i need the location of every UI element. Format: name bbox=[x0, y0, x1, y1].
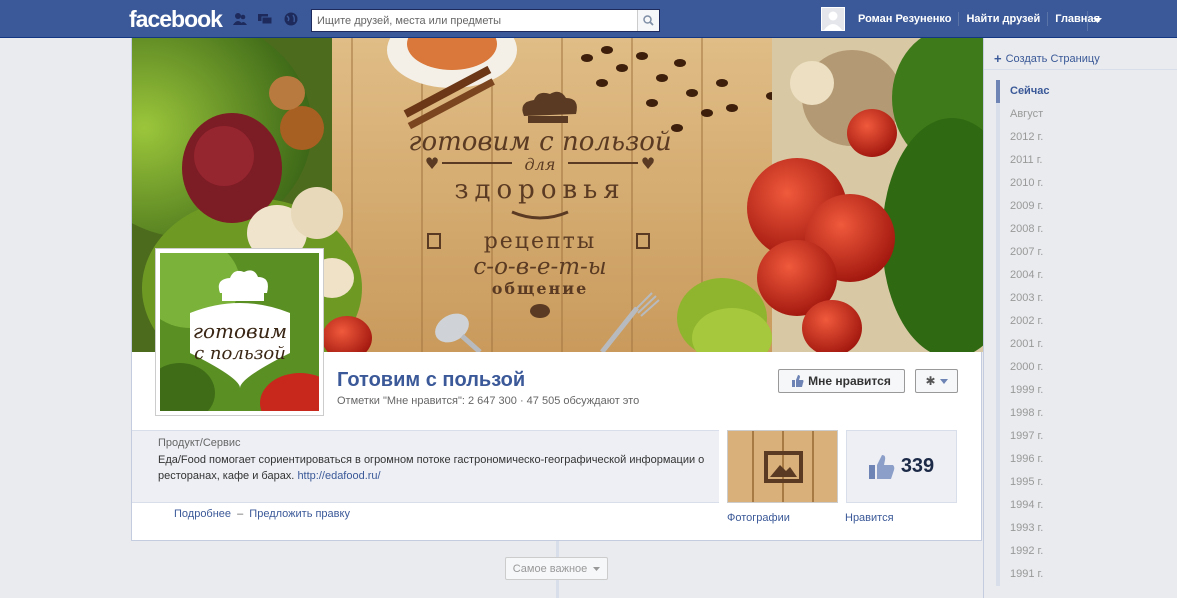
top-nav: Роман Резуненко Найти друзей Главная bbox=[821, 0, 1107, 38]
year-list: Сейчас Август 2012 г. 2011 г. 2010 г. 20… bbox=[996, 80, 1176, 586]
profile-logo-illustration: готовим с пользой bbox=[160, 253, 319, 411]
likes-tile[interactable]: 339 bbox=[846, 430, 957, 503]
thumbs-up-icon bbox=[792, 375, 804, 387]
suggest-edit-link[interactable]: Предложить правку bbox=[249, 508, 350, 520]
user-name-link[interactable]: Роман Резуненко bbox=[851, 12, 960, 26]
year-item[interactable]: 2002 г. bbox=[996, 310, 1176, 333]
year-item[interactable]: 2012 г. bbox=[996, 126, 1176, 149]
top-bar: facebook Роман Резуненко Найти друзей Гл… bbox=[0, 0, 1177, 38]
friend-requests-icon[interactable] bbox=[232, 12, 248, 26]
year-item[interactable]: 2008 г. bbox=[996, 218, 1176, 241]
highlights-label: Самое важное bbox=[512, 562, 588, 575]
cover-line-1: готовим с пользой bbox=[408, 127, 671, 157]
create-page-label: Создать Страницу bbox=[1005, 52, 1100, 65]
chevron-down-icon bbox=[939, 378, 948, 384]
page-category: Продукт/Сервис bbox=[158, 437, 241, 449]
find-friends-link[interactable]: Найти друзей bbox=[959, 12, 1049, 26]
thumbs-up-icon bbox=[868, 454, 895, 479]
year-item[interactable]: Август bbox=[996, 103, 1176, 126]
account-menu-button[interactable] bbox=[1087, 11, 1107, 31]
page-stats: Отметки "Мне нравится": 2 647 300 · 47 5… bbox=[337, 395, 640, 407]
messages-icon[interactable] bbox=[257, 12, 273, 26]
year-item[interactable]: 2004 г. bbox=[996, 264, 1176, 287]
page-settings-button[interactable]: ✱ bbox=[915, 369, 958, 393]
page-description: Еда/Food помогает сориентироваться в огр… bbox=[158, 452, 708, 484]
year-item[interactable]: Сейчас bbox=[996, 80, 1176, 103]
search-input[interactable] bbox=[312, 10, 632, 31]
page-website-link[interactable]: http://edafood.ru/ bbox=[297, 470, 380, 482]
facebook-logo[interactable]: facebook bbox=[129, 6, 223, 33]
year-item[interactable]: 2003 г. bbox=[996, 287, 1176, 310]
link-separator: – bbox=[237, 508, 244, 520]
year-item[interactable]: 1997 г. bbox=[996, 425, 1176, 448]
chevron-down-icon bbox=[593, 566, 601, 571]
cover-line-4: рецепты bbox=[484, 229, 597, 254]
highlights-dropdown[interactable]: Самое важное bbox=[505, 557, 608, 580]
year-item[interactable]: 1996 г. bbox=[996, 448, 1176, 471]
year-item[interactable]: 1995 г. bbox=[996, 471, 1176, 494]
year-item[interactable]: 2000 г. bbox=[996, 356, 1176, 379]
year-item[interactable]: 1998 г. bbox=[996, 402, 1176, 425]
more-link[interactable]: Подробнее bbox=[174, 508, 231, 520]
about-links: Подробнее – Предложить правку bbox=[174, 508, 350, 520]
timeline-nav: + Создать Страницу Сейчас Август 2012 г.… bbox=[983, 38, 1177, 598]
chevron-down-icon bbox=[1093, 18, 1102, 23]
profile-picture[interactable]: готовим с пользой bbox=[155, 248, 324, 416]
divider bbox=[984, 69, 1177, 70]
notifications-globe-icon[interactable] bbox=[283, 12, 299, 26]
search-button[interactable] bbox=[637, 10, 659, 31]
year-item[interactable]: 2007 г. bbox=[996, 241, 1176, 264]
photos-placeholder-image bbox=[728, 431, 837, 502]
like-button[interactable]: Мне нравится bbox=[778, 369, 905, 393]
year-item[interactable]: 1992 г. bbox=[996, 540, 1176, 563]
year-item[interactable]: 1999 г. bbox=[996, 379, 1176, 402]
year-item[interactable]: 1991 г. bbox=[996, 563, 1176, 586]
year-item[interactable]: 1994 г. bbox=[996, 494, 1176, 517]
year-item[interactable]: 2011 г. bbox=[996, 149, 1176, 172]
cover-line-3: здоровья bbox=[454, 175, 625, 205]
cover-heart-right-icon: ♥ bbox=[641, 154, 655, 173]
cover-heart-left-icon: ♥ bbox=[425, 154, 439, 173]
search-box bbox=[311, 9, 660, 32]
page-title[interactable]: Готовим с пользой bbox=[337, 369, 525, 392]
search-icon bbox=[643, 15, 654, 26]
page-description-text: Еда/Food помогает сориентироваться в огр… bbox=[158, 454, 705, 482]
plus-icon: + bbox=[994, 51, 1002, 66]
cover-line-6: общение bbox=[492, 279, 589, 298]
profile-picture-image: готовим с пользой bbox=[160, 253, 319, 411]
gear-icon: ✱ bbox=[925, 374, 936, 388]
likes-label[interactable]: Нравится bbox=[845, 512, 894, 524]
user-avatar[interactable] bbox=[821, 7, 846, 31]
photos-label[interactable]: Фотографии bbox=[727, 512, 790, 524]
profile-logo-line-1: готовим bbox=[193, 319, 287, 343]
year-item[interactable]: 1993 г. bbox=[996, 517, 1176, 540]
create-page-link[interactable]: + Создать Страницу bbox=[994, 51, 1100, 66]
photos-tile[interactable] bbox=[727, 430, 838, 503]
year-item[interactable]: 2010 г. bbox=[996, 172, 1176, 195]
about-box: Продукт/Сервис Еда/Food помогает сориент… bbox=[132, 430, 719, 503]
cover-line-5: с-о-в-е-т-ы bbox=[473, 254, 606, 280]
profile-logo-line-2: с пользой bbox=[194, 343, 286, 364]
year-item[interactable]: 2009 г. bbox=[996, 195, 1176, 218]
year-item[interactable]: 2001 г. bbox=[996, 333, 1176, 356]
likes-count: 339 bbox=[900, 455, 935, 477]
cover-line-2: для bbox=[525, 155, 556, 174]
page-card: готовим с пользой ♥ ♥ для здоровья рецеп… bbox=[131, 38, 983, 541]
like-button-label: Мне нравится bbox=[808, 374, 891, 388]
